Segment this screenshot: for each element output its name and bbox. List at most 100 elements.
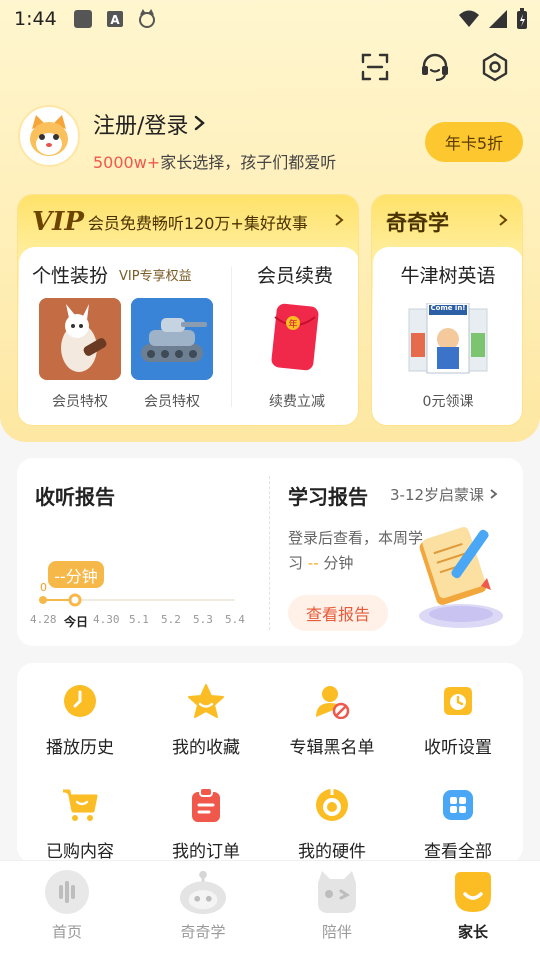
status-time: 1:44 — [14, 8, 57, 30]
desc-suffix: 分钟 — [318, 554, 354, 572]
top-actions — [356, 48, 514, 86]
tab-parents[interactable]: 家长 — [418, 867, 528, 942]
menu-play-history[interactable]: 播放历史 — [17, 681, 143, 758]
menu-label: 收听设置 — [424, 738, 492, 758]
chevron-right-icon — [498, 213, 508, 231]
star-icon — [186, 681, 226, 721]
tab-label: 陪伴 — [321, 923, 352, 941]
qiqixue-title: 奇奇学 — [386, 211, 449, 235]
vip-divider — [231, 267, 232, 407]
menu-orders[interactable]: 我的订单 — [143, 785, 269, 862]
menu-label: 播放历史 — [46, 738, 114, 758]
decoration-subtitle: VIP专享权益 — [119, 269, 192, 284]
menu-label: 我的收藏 — [172, 738, 240, 758]
qiqixue-card[interactable]: 奇奇学 牛津树英语 Come in! 0元领课 — [371, 194, 523, 426]
annual-card-button[interactable]: 年卡5折 — [425, 122, 523, 162]
date-label-today: 今日 — [64, 615, 89, 629]
report-divider — [269, 476, 270, 630]
red-packet-icon[interactable]: 年 — [269, 303, 321, 373]
notebook-illustration — [413, 520, 509, 632]
menu-label: 已购内容 — [46, 842, 114, 862]
vip-header[interactable]: VIP 会员免费畅听120万+集好故事 — [32, 207, 344, 237]
chart-point-today — [68, 593, 82, 607]
decoration-label-1: 会员特权 — [52, 394, 108, 410]
red-packet-char: 年 — [288, 318, 297, 330]
customer-service-icon[interactable] — [416, 48, 454, 86]
login-link[interactable]: 注册/登录 — [93, 108, 206, 140]
battery-icon — [516, 8, 528, 35]
desc-value: -- — [307, 554, 319, 572]
oxford-book-cover[interactable]: Come in! — [407, 302, 489, 375]
cart-icon — [60, 785, 100, 825]
user-count: 5000w+ — [93, 153, 161, 172]
chevron-right-icon — [194, 112, 206, 137]
grid-icon — [438, 785, 478, 825]
settings-icon[interactable] — [476, 48, 514, 86]
login-subtitle: 5000w+家长选择，孩子们都爱听 — [93, 149, 336, 173]
parents-icon — [448, 867, 498, 917]
wifi-icon — [458, 9, 480, 34]
decoration-thumb-2[interactable] — [131, 298, 213, 380]
renewal-label: 续费立减 — [269, 394, 325, 410]
menu-label: 我的硬件 — [298, 842, 366, 862]
tab-companion[interactable]: 陪伴 — [282, 867, 392, 942]
subtitle-text: 家长选择，孩子们都爱听 — [160, 153, 337, 172]
menu-grid: 播放历史 我的收藏 专辑黑名单 收听设置 已购内容 我的订单 我的硬件 查看全部 — [17, 663, 523, 863]
menu-label: 查看全部 — [424, 842, 492, 862]
vip-card[interactable]: VIP 会员免费畅听120万+集好故事 个性装扮 VIP专享权益 会员特权 会员… — [17, 194, 359, 426]
cat-notification-icon — [137, 9, 157, 29]
book-title-text: Come in! — [430, 304, 466, 312]
date-label: 4.30 — [93, 613, 120, 626]
signal-icon — [488, 9, 508, 34]
date-label: 5.4 — [225, 613, 245, 626]
date-label: 5.2 — [161, 613, 181, 626]
study-report-title[interactable]: 学习报告 — [288, 481, 368, 510]
robot-icon — [178, 867, 228, 917]
chart-point-1 — [39, 596, 47, 604]
hardware-icon — [312, 785, 352, 825]
status-indicators — [458, 8, 528, 35]
decoration-label-2: 会员特权 — [144, 394, 200, 410]
vip-inner-panel: 个性装扮 VIP专享权益 会员特权 会员特权 会员续费 年 续费立减 — [19, 247, 358, 425]
menu-label: 我的订单 — [172, 842, 240, 862]
listen-settings-icon — [438, 681, 478, 721]
tab-home[interactable]: 首页 — [12, 867, 122, 942]
listen-report-title[interactable]: 收听报告 — [35, 481, 115, 510]
font-notification-icon: A — [105, 9, 125, 29]
menu-purchased[interactable]: 已购内容 — [17, 785, 143, 862]
study-report-link-text: 3-12岁启蒙课 — [390, 486, 485, 504]
study-report-link[interactable]: 3-12岁启蒙课 — [390, 484, 498, 505]
menu-album-blacklist[interactable]: 专辑黑名单 — [269, 681, 395, 758]
svg-text:A: A — [110, 13, 120, 27]
menu-view-all[interactable]: 查看全部 — [395, 785, 521, 862]
qiqixue-inner-panel: 牛津树英语 Come in! 0元领课 — [373, 247, 522, 425]
menu-hardware[interactable]: 我的硬件 — [269, 785, 395, 862]
vip-logo: VIP — [32, 207, 84, 237]
profile-section: 注册/登录 5000w+家长选择，孩子们都爱听 年卡5折 — [18, 105, 523, 175]
tab-label: 家长 — [457, 923, 488, 941]
scan-icon[interactable] — [356, 48, 394, 86]
tab-label: 首页 — [51, 923, 82, 941]
menu-listen-settings[interactable]: 收听设置 — [395, 681, 521, 758]
study-report-desc: 登录后查看，本周学习 -- 分钟 — [288, 526, 423, 576]
chevron-right-icon — [334, 213, 344, 231]
chevron-right-icon — [489, 486, 498, 504]
play-history-icon — [60, 681, 100, 721]
menu-label: 专辑黑名单 — [289, 738, 375, 758]
bottom-tab-bar: 首页 奇奇学 陪伴 家长 — [0, 860, 540, 960]
view-report-button[interactable]: 查看报告 — [288, 595, 388, 631]
decoration-title: 个性装扮 — [32, 265, 109, 287]
blacklist-icon — [312, 681, 352, 721]
avatar[interactable] — [18, 105, 80, 167]
free-course-label: 0元领课 — [422, 394, 474, 410]
tab-qiqixue[interactable]: 奇奇学 — [148, 867, 258, 942]
menu-favorites[interactable]: 我的收藏 — [143, 681, 269, 758]
chart-zero-label: 0 — [40, 581, 47, 594]
login-label: 注册/登录 — [93, 114, 189, 139]
date-label: 4.28 — [30, 613, 57, 626]
decoration-thumb-1[interactable] — [39, 298, 121, 380]
app-notification-icon — [73, 9, 93, 29]
date-label: 5.3 — [193, 613, 213, 626]
tab-label: 奇奇学 — [180, 923, 226, 941]
listen-minutes-bubble: --分钟 — [48, 561, 104, 588]
